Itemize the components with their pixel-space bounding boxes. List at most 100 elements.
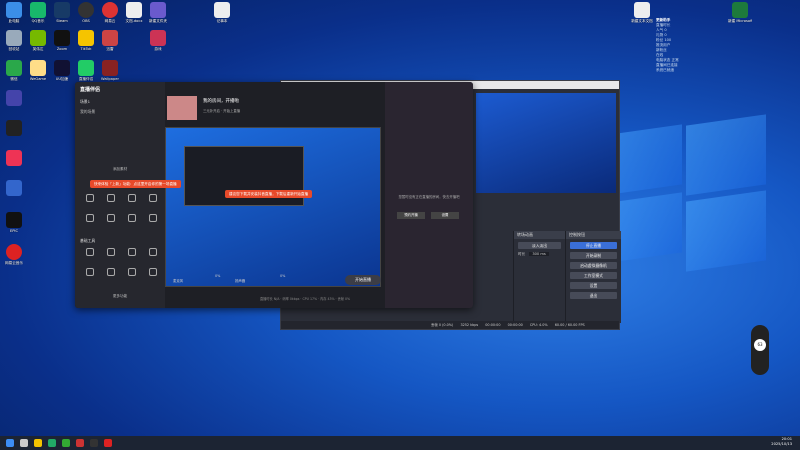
desktop-icon[interactable]: 记事本 xyxy=(210,2,234,24)
settings-button[interactable]: 设置 xyxy=(431,212,459,219)
scene-tab[interactable]: 场景1 xyxy=(75,97,165,107)
more-tools-button[interactable]: 更多功能 xyxy=(75,294,165,299)
live-companion-window[interactable]: 直播伴侣 场景1 我的场景 添加素材 基础工具 更多功能 我的房间，开播啦 三元… xyxy=(75,82,473,308)
tool-item[interactable] xyxy=(102,268,120,276)
add-source-button[interactable]: 添加素材 xyxy=(75,167,165,172)
app-icon[interactable] xyxy=(76,439,84,447)
tool-item[interactable] xyxy=(102,248,120,256)
wallpaper-icon xyxy=(102,60,118,76)
tiktok-icon xyxy=(78,30,94,46)
tool-item[interactable] xyxy=(144,268,162,276)
desktop-icon[interactable]: 此电脑 xyxy=(2,2,26,24)
tool-item[interactable] xyxy=(102,214,120,222)
live-canvas[interactable] xyxy=(165,127,381,287)
desktop-icon[interactable] xyxy=(2,180,26,196)
text-file-icon xyxy=(634,2,650,18)
search-icon[interactable] xyxy=(20,439,28,447)
tool-item[interactable] xyxy=(123,248,141,256)
desktop-icon[interactable]: 直播伴侣 xyxy=(74,60,98,82)
desktop-icon[interactable]: Steam xyxy=(50,2,74,24)
duration-input[interactable]: 300 ms xyxy=(529,252,549,256)
desktop-icon[interactable]: 游戏 xyxy=(146,30,170,52)
virtual-camera-button[interactable]: 启动虚拟摄像机 xyxy=(570,262,617,269)
desktop-icon[interactable]: Wallpaper xyxy=(98,60,122,82)
tool-icon xyxy=(149,214,157,222)
desktop-icon[interactable]: EPIC xyxy=(2,212,26,234)
gauge-value: 63 xyxy=(754,339,766,351)
tool-icon xyxy=(86,214,94,222)
tool-item[interactable] xyxy=(144,194,162,202)
app-icon xyxy=(6,180,22,196)
start-icon[interactable] xyxy=(6,439,14,447)
tool-item[interactable] xyxy=(123,268,141,276)
desktop-icon[interactable]: 网易云 xyxy=(98,2,122,24)
explorer-icon[interactable] xyxy=(34,439,42,447)
desktop-icon[interactable]: Zoom xyxy=(50,30,74,52)
transition-select[interactable]: 淡入淡出 xyxy=(518,242,561,249)
transitions-dock: 转场动画 淡入淡出 时长 300 ms xyxy=(513,231,565,323)
desktop-icon[interactable]: UU加速 xyxy=(50,60,74,82)
tool-item[interactable] xyxy=(81,248,99,256)
wechat-icon xyxy=(6,60,22,76)
schedule-button[interactable]: 预约开播 xyxy=(397,212,425,219)
settings-button[interactable]: 设置 xyxy=(570,282,617,289)
tool-item[interactable] xyxy=(123,214,141,222)
app-title: 直播伴侣 xyxy=(80,87,101,93)
desktop-icon[interactable]: 网易云音乐 xyxy=(2,244,26,266)
my-scene-label: 我的场景 xyxy=(80,109,96,114)
go-live-button[interactable]: 开始直播 xyxy=(345,275,381,285)
desktop-icon[interactable] xyxy=(2,150,26,166)
room-cover[interactable] xyxy=(167,96,197,120)
tool-item[interactable] xyxy=(81,214,99,222)
desktop-icon[interactable] xyxy=(2,120,26,136)
zoom-icon xyxy=(54,30,70,46)
app-icon[interactable] xyxy=(48,439,56,447)
warning-banner[interactable]: 建议您下载并安装抖音直播，下载后重新开始直播 xyxy=(225,190,313,198)
mic-volume[interactable]: 0% xyxy=(215,274,220,278)
tool-icon xyxy=(128,214,136,222)
stream-hint: 三元补开启 · 开始上直播 xyxy=(203,109,241,113)
desktop-icon[interactable]: 迅雷 xyxy=(98,30,122,52)
obs-icon[interactable] xyxy=(90,439,98,447)
tool-item[interactable] xyxy=(81,194,99,202)
tool-icon xyxy=(107,194,115,202)
speaker-volume[interactable]: 0% xyxy=(280,274,285,278)
tool-item[interactable] xyxy=(123,194,141,202)
desktop-icon[interactable]: 回收站 xyxy=(2,30,26,52)
speaker-label: 扬声器 xyxy=(235,279,246,283)
desktop-icon[interactable]: TikTok xyxy=(74,30,98,52)
tool-item[interactable] xyxy=(144,248,162,256)
stop-stream-button[interactable]: 停止直播 xyxy=(570,242,617,249)
performance-gauge[interactable]: 63 xyxy=(751,325,769,375)
desktop-icon[interactable] xyxy=(2,90,26,106)
desktop-icon[interactable]: 新建文件夹 xyxy=(146,2,170,24)
promo-banner[interactable]: 快来体验「上新」功能：点这里开启你的第一场直播 xyxy=(90,180,181,188)
tool-icon xyxy=(149,248,157,256)
exit-button[interactable]: 退出 xyxy=(570,292,617,299)
wegame-icon xyxy=(30,60,46,76)
tool-item[interactable] xyxy=(144,214,162,222)
tool-icon xyxy=(128,268,136,276)
desktop-icon[interactable]: 文档.docx xyxy=(122,2,146,24)
studio-mode-button[interactable]: 工作室模式 xyxy=(570,272,617,279)
tool-icon xyxy=(107,268,115,276)
desktop-icon[interactable]: 微信 xyxy=(2,60,26,82)
stream-title[interactable]: 我的房间，开播啦 xyxy=(203,98,239,104)
scene-sidebar: 直播伴侣 场景1 我的场景 添加素材 基础工具 更多功能 xyxy=(75,82,165,308)
tool-item[interactable] xyxy=(81,268,99,276)
uu-icon xyxy=(54,60,70,76)
obs-icon xyxy=(78,2,94,18)
desktop-icon[interactable]: WeGame xyxy=(26,60,50,82)
start-record-button[interactable]: 开始录制 xyxy=(570,252,617,259)
desktop-icon[interactable]: OBS xyxy=(74,2,98,24)
desktop-icon[interactable]: 新建文本文档 xyxy=(630,2,654,24)
empty-hint: 您暂时没有正在直播的房间，快去开播吧 xyxy=(398,195,460,199)
app-icon[interactable] xyxy=(62,439,70,447)
desktop-icon[interactable]: QQ音乐 xyxy=(26,2,50,24)
desktop-icon[interactable]: 英伟达 xyxy=(26,30,50,52)
system-tray[interactable]: 20:01 2025/10/13 xyxy=(771,437,792,447)
folder-icon xyxy=(150,2,166,18)
tool-item[interactable] xyxy=(102,194,120,202)
tool-icon xyxy=(149,268,157,276)
netease-icon[interactable] xyxy=(104,439,112,447)
